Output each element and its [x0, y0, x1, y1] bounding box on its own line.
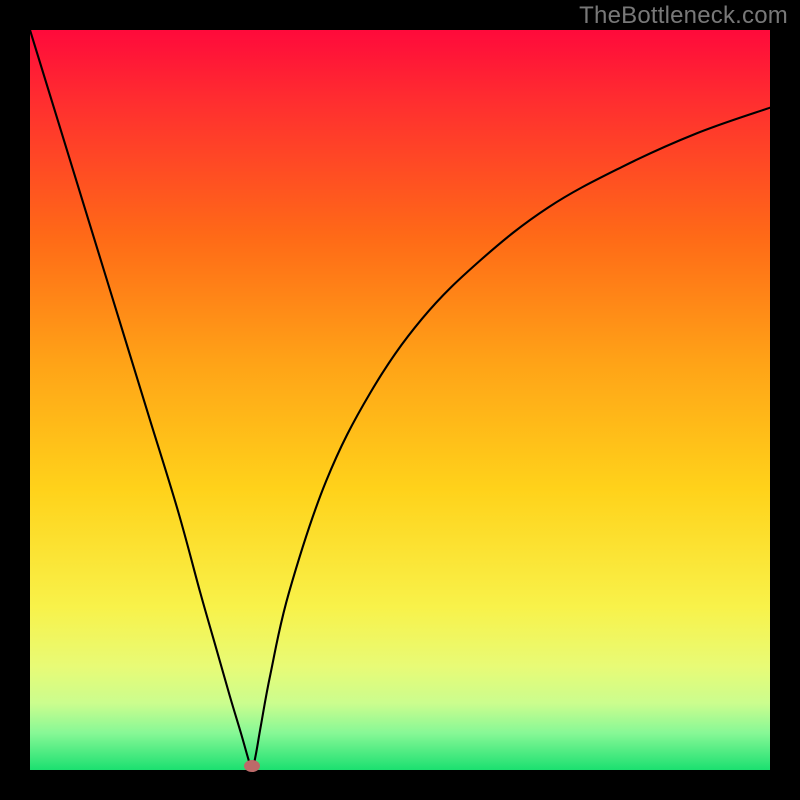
minimum-marker	[244, 760, 260, 772]
bottleneck-curve	[30, 30, 770, 770]
watermark-label: TheBottleneck.com	[579, 2, 788, 30]
chart-plot-area	[30, 30, 770, 770]
chart-svg	[30, 30, 770, 770]
